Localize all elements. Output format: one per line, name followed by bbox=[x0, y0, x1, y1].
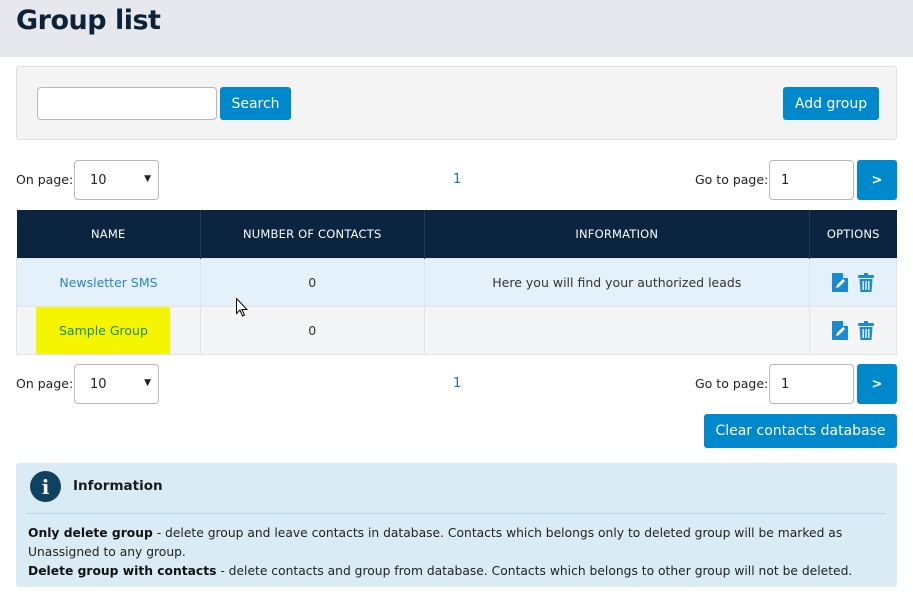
pagination-top: On page: 10 ▼ 1 Go to page: > bbox=[16, 160, 897, 200]
search-input[interactable] bbox=[37, 87, 217, 120]
info-line2-text: - delete contacts and group from databas… bbox=[216, 564, 853, 578]
trash-icon[interactable] bbox=[858, 320, 875, 340]
search-button[interactable]: Search bbox=[220, 87, 291, 120]
page-title: Group list bbox=[16, 5, 161, 36]
goto-page-label: Go to page: bbox=[695, 376, 769, 391]
search-panel: Search Add group bbox=[16, 66, 897, 140]
group-name-link[interactable]: Newsletter SMS bbox=[59, 275, 157, 290]
cell-contacts: 0 bbox=[199, 305, 425, 355]
column-header-information: INFORMATION bbox=[424, 210, 811, 258]
column-header-name[interactable]: NAME bbox=[16, 210, 201, 258]
add-group-button[interactable]: Add group bbox=[783, 87, 879, 120]
caret-down-icon: ▼ bbox=[144, 378, 151, 388]
caret-down-icon: ▼ bbox=[144, 174, 151, 184]
cell-information: Here you will find your authorized leads bbox=[423, 257, 811, 307]
on-page-label: On page: bbox=[16, 376, 74, 391]
goto-page-button[interactable]: > bbox=[857, 364, 897, 404]
info-divider bbox=[27, 513, 886, 514]
info-icon: i bbox=[30, 471, 61, 502]
cell-information bbox=[423, 305, 811, 355]
cell-options bbox=[809, 305, 897, 355]
edit-document-icon[interactable] bbox=[832, 272, 849, 292]
cell-name: Sample Group bbox=[16, 305, 201, 355]
on-page-label: On page: bbox=[16, 172, 74, 187]
goto-page-label: Go to page: bbox=[695, 172, 769, 187]
info-line1-bold: Only delete group bbox=[28, 526, 153, 540]
table-row: Newsletter SMS 0 Here you will find your… bbox=[16, 257, 897, 307]
cell-contacts: 0 bbox=[199, 257, 425, 307]
on-page-select[interactable]: 10 ▼ bbox=[74, 160, 159, 200]
clear-contacts-database-button[interactable]: Clear contacts database bbox=[704, 414, 897, 448]
pagination-bottom: On page: 10 ▼ 1 Go to page: > bbox=[16, 364, 897, 404]
on-page-value: 10 bbox=[90, 173, 107, 188]
goto-page-button[interactable]: > bbox=[857, 160, 897, 200]
column-header-contacts[interactable]: NUMBER OF CONTACTS bbox=[200, 210, 425, 258]
group-name-link-highlighted[interactable]: Sample Group bbox=[36, 306, 171, 354]
table-row: Sample Group 0 bbox=[16, 305, 897, 355]
info-line2-bold: Delete group with contacts bbox=[28, 564, 217, 578]
page-link[interactable]: 1 bbox=[453, 172, 461, 187]
groups-table: NAME NUMBER OF CONTACTS INFORMATION OPTI… bbox=[16, 210, 897, 355]
edit-document-icon[interactable] bbox=[832, 320, 849, 340]
table-header-row: NAME NUMBER OF CONTACTS INFORMATION OPTI… bbox=[16, 210, 897, 258]
cell-options bbox=[809, 257, 897, 307]
cell-name: Newsletter SMS bbox=[16, 257, 201, 307]
info-title: Information bbox=[73, 478, 163, 494]
info-text: Only delete group - delete group and lea… bbox=[28, 524, 888, 581]
column-header-options: OPTIONS bbox=[809, 210, 897, 258]
page-header: Group list bbox=[0, 0, 913, 57]
trash-icon[interactable] bbox=[858, 272, 875, 292]
page-link[interactable]: 1 bbox=[453, 376, 461, 391]
mouse-cursor-icon bbox=[236, 297, 249, 321]
on-page-select[interactable]: 10 ▼ bbox=[74, 364, 159, 404]
goto-page-input[interactable] bbox=[769, 160, 854, 200]
goto-page-input[interactable] bbox=[769, 364, 854, 404]
on-page-value: 10 bbox=[90, 377, 107, 392]
information-box: i Information Only delete group - delete… bbox=[16, 463, 897, 587]
